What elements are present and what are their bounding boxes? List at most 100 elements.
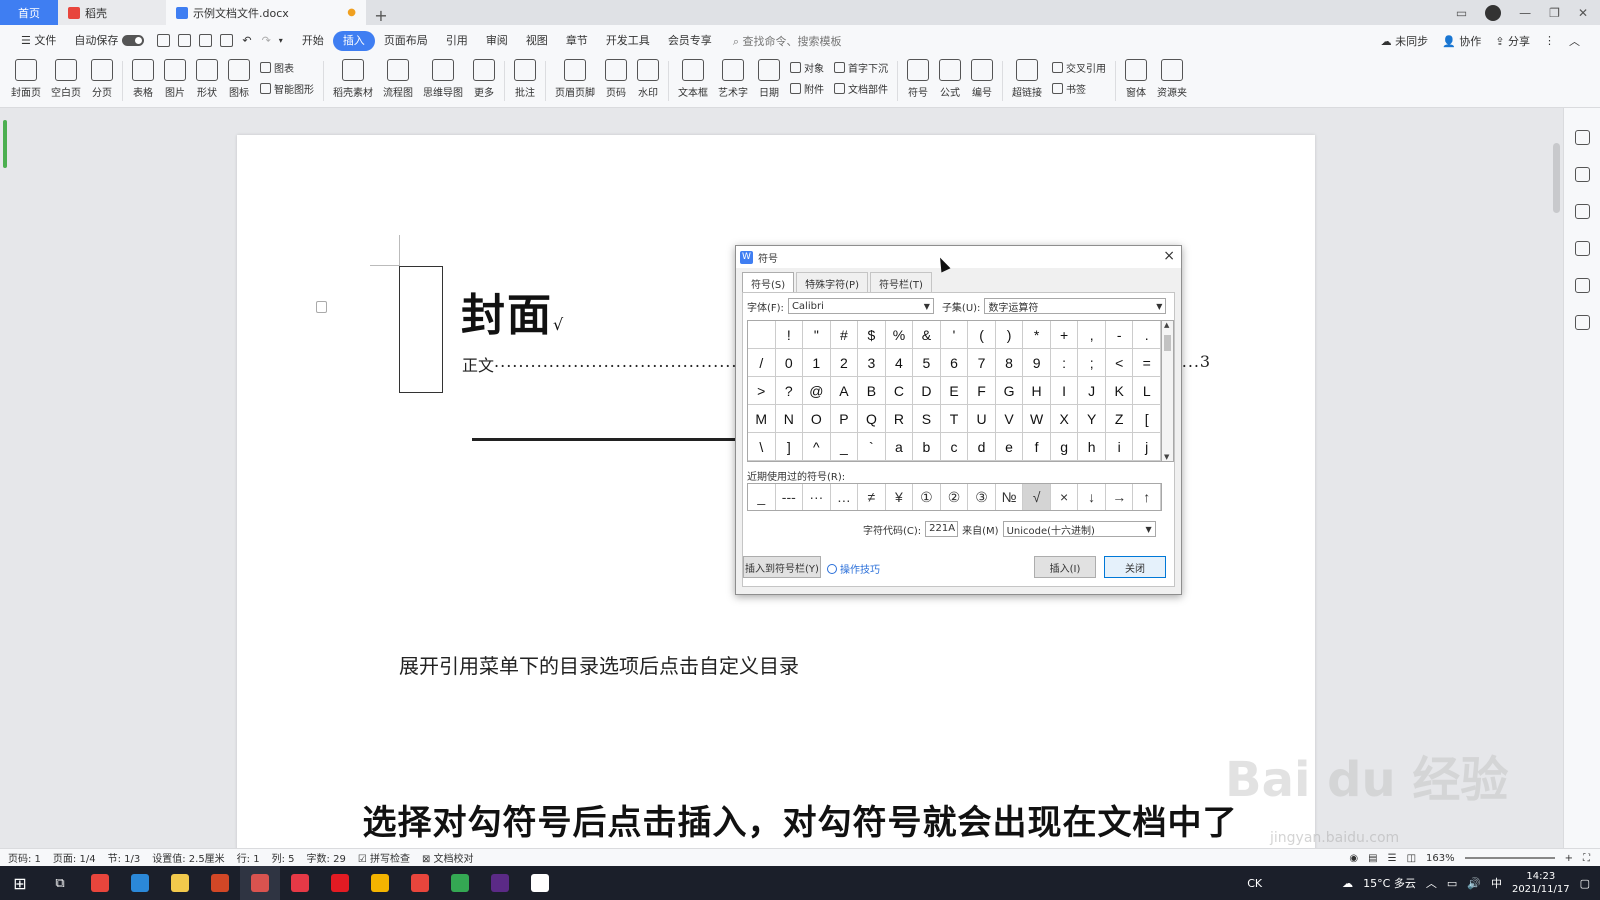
tips-link[interactable]: 操作技巧	[827, 561, 880, 576]
collaborate-button[interactable]: 👤 协作	[1442, 33, 1481, 49]
insert-button[interactable]: 插入(I)	[1034, 556, 1096, 578]
recent-symbol-cell[interactable]: ¥	[886, 484, 914, 510]
redo-icon[interactable]: ↷	[262, 34, 271, 47]
symbol-cell[interactable]: F	[968, 377, 996, 405]
symbol-cell[interactable]: 9	[1023, 349, 1051, 377]
ribbon-crossref[interactable]: 交叉引用	[1052, 60, 1106, 75]
minimize-icon[interactable]: —	[1519, 6, 1531, 20]
status-wordcount[interactable]: 字数: 29	[307, 850, 346, 865]
char-code-input[interactable]: 221A	[925, 521, 959, 537]
symbol-cell[interactable]: b	[913, 433, 941, 461]
recent-symbol-cell[interactable]: ③	[968, 484, 996, 510]
ribbon-form[interactable]: 窗体	[1120, 56, 1152, 99]
menu-member[interactable]: 会员专享	[659, 31, 721, 51]
taskbar-app-wps[interactable]	[280, 866, 320, 900]
menu-insert[interactable]: 插入	[332, 30, 375, 51]
symbol-cell[interactable]: C	[885, 377, 914, 405]
symbol-cell[interactable]: L	[1133, 377, 1161, 405]
notification-icon[interactable]: ▢	[1580, 877, 1590, 890]
symbol-cell[interactable]: &	[913, 321, 941, 349]
symbol-cell[interactable]: V	[995, 405, 1024, 433]
recent-symbol-cell[interactable]: _	[748, 484, 776, 510]
symbol-cell[interactable]: S	[913, 405, 941, 433]
symbol-cell[interactable]: h	[1078, 433, 1106, 461]
subset-select[interactable]: 数字运算符 ▼	[984, 298, 1167, 314]
symbol-cell[interactable]: N	[775, 405, 804, 433]
symbol-cell[interactable]: I	[1050, 377, 1079, 405]
symbol-cell[interactable]: 4	[885, 349, 914, 377]
cover-box[interactable]	[399, 266, 443, 393]
symbol-cell[interactable]: !	[775, 321, 804, 349]
symbol-cell[interactable]: [	[1133, 405, 1161, 433]
symbol-cell[interactable]: 3	[858, 349, 886, 377]
autosave-toggle[interactable]: 自动保存	[65, 31, 153, 51]
symbol-cell[interactable]: *	[1023, 321, 1051, 349]
symbol-cell[interactable]: D	[913, 377, 941, 405]
symbol-cell[interactable]: ^	[803, 433, 831, 461]
dialog-title-bar[interactable]: W 符号	[736, 246, 1181, 268]
taskbar-app-video[interactable]	[360, 866, 400, 900]
symbol-cell[interactable]: "	[803, 321, 831, 349]
ribbon-page-number[interactable]: 页码	[600, 56, 632, 99]
menu-review[interactable]: 审阅	[477, 31, 517, 51]
ribbon-dropcap[interactable]: 首字下沉	[834, 60, 888, 75]
encoding-select[interactable]: Unicode(十六进制) ▼	[1002, 521, 1156, 537]
tab-symbols[interactable]: 符号(S)	[742, 272, 795, 294]
save-icon[interactable]	[157, 34, 171, 47]
ribbon-shape[interactable]: 形状	[191, 56, 223, 99]
symbol-cell[interactable]: @	[803, 377, 831, 405]
network-icon[interactable]: ▭	[1447, 877, 1457, 890]
symbol-cell[interactable]: ]	[775, 433, 804, 461]
export-icon[interactable]	[178, 34, 192, 47]
symbol-cell[interactable]: E	[940, 377, 969, 405]
ribbon-chart[interactable]: 图表	[260, 60, 314, 75]
dialog-close-icon[interactable]: ×	[1163, 248, 1175, 264]
menu-chapter[interactable]: 章节	[557, 31, 597, 51]
symbol-cell[interactable]: >	[748, 377, 776, 405]
taskbar-app-premiere[interactable]	[480, 866, 520, 900]
symbol-cell[interactable]: +	[1050, 321, 1079, 349]
outline-view-icon[interactable]: ☰	[1388, 853, 1397, 864]
symbol-cell[interactable]: =	[1133, 349, 1161, 377]
eye-icon[interactable]: ◉	[1349, 853, 1358, 864]
ribbon-formula[interactable]: 公式	[934, 56, 966, 99]
ribbon-flowchart[interactable]: 流程图	[378, 56, 418, 99]
ribbon-watermark[interactable]: 水印	[632, 56, 664, 99]
ribbon-textbox[interactable]: 文本框	[673, 56, 713, 99]
ribbon-bookmark[interactable]: 书签	[1052, 81, 1106, 96]
scrollbar-thumb[interactable]	[1553, 143, 1560, 213]
taskbar-app-wps-pic[interactable]	[400, 866, 440, 900]
cover-title[interactable]: 封面√	[461, 279, 565, 343]
scroll-down-icon[interactable]: ▼	[1164, 453, 1169, 461]
task-view-button[interactable]: ⧉	[40, 866, 80, 900]
recent-symbol-cell[interactable]: ↑	[1133, 484, 1161, 510]
fullscreen-icon[interactable]: ⛶	[1583, 853, 1590, 864]
symbol-cell[interactable]: j	[1133, 433, 1161, 461]
layout-icon[interactable]: ▭	[1456, 6, 1467, 20]
taskbar-app-chrome[interactable]	[80, 866, 120, 900]
page-view-icon[interactable]: ▤	[1368, 853, 1377, 864]
pen-icon[interactable]	[1574, 167, 1590, 182]
tab-symbol-bar[interactable]: 符号栏(T)	[870, 272, 932, 294]
sync-button[interactable]: ☁ 未同步	[1381, 33, 1429, 49]
avatar[interactable]	[1485, 4, 1502, 21]
zoom-in-icon[interactable]: +	[1565, 853, 1573, 864]
style-icon[interactable]	[1574, 130, 1590, 145]
help-icon[interactable]	[1574, 315, 1590, 330]
insert-to-symbol-bar-button[interactable]: 插入到符号栏(Y)	[743, 556, 821, 578]
close-window-icon[interactable]: ✕	[1578, 6, 1588, 20]
symbol-cell[interactable]: O	[803, 405, 831, 433]
ribbon-header-footer[interactable]: 页眉页脚	[550, 56, 600, 99]
weather-text[interactable]: 15°C 多云	[1363, 875, 1416, 891]
tab-document[interactable]: 示例文档文件.docx ●	[166, 0, 366, 25]
ribbon-date[interactable]: 日期	[753, 56, 785, 99]
clock[interactable]: 14:23 2021/11/17	[1512, 870, 1570, 896]
paragraph-layout-icon[interactable]	[316, 301, 327, 313]
collapse-ribbon-icon[interactable]: ︿	[1569, 33, 1580, 49]
recent-symbol-cell[interactable]: →	[1106, 484, 1134, 510]
symbol-cell[interactable]: W	[1023, 405, 1051, 433]
symbol-cell[interactable]: )	[995, 321, 1024, 349]
symbol-cell[interactable]: J	[1078, 377, 1106, 405]
document-paragraph[interactable]: 展开引用菜单下的目录选项后点击自定义目录	[399, 650, 799, 679]
recent-symbol-cell[interactable]: ···	[803, 484, 831, 510]
